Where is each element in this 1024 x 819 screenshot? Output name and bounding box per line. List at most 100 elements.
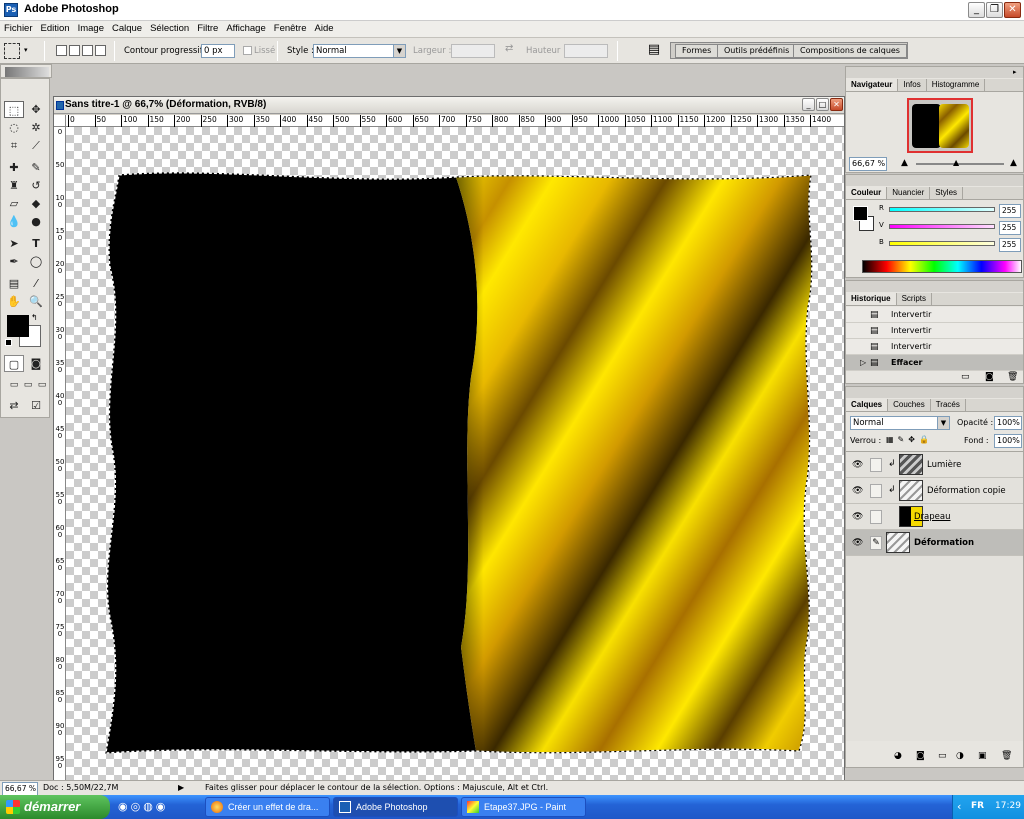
eye-icon[interactable]: 👁 [852,460,863,470]
delete-layer-icon[interactable]: 🗑 [1001,751,1012,761]
menu-affichage[interactable]: Affichage [222,21,269,36]
panel-header[interactable] [846,175,1023,186]
well-outils-predefinis[interactable]: Outils prédéfinis [717,44,797,58]
slice-tool-icon[interactable]: ⟋ [26,137,46,154]
doc-maximize-button[interactable]: □ [816,98,829,111]
screen-mode-3-icon[interactable]: ▭ [32,377,52,394]
restore-button[interactable]: ❐ [986,2,1003,18]
tab-couches[interactable]: Couches [888,399,931,411]
adjustment-layer-icon[interactable]: ◑ [956,751,964,761]
zoom-slider-handle[interactable]: ▲ [953,158,959,167]
healing-brush-icon[interactable]: ✚ [4,159,24,176]
panel-header[interactable] [846,67,1023,78]
menu-selection[interactable]: Sélection [146,21,193,36]
feather-input[interactable]: 0 px [201,44,235,58]
channel-v-slider[interactable] [889,224,995,229]
type-tool-icon[interactable]: T [26,235,46,252]
intersect-selection-icon[interactable] [95,45,106,56]
panel-menu-icon[interactable]: ▸ [1013,68,1017,76]
add-selection-icon[interactable] [69,45,80,56]
paint-bucket-icon[interactable]: ◆ [26,195,46,212]
swap-colors-icon[interactable]: ↰ [31,313,38,322]
trash-icon[interactable]: 🗑 [1007,372,1018,382]
color-fg-swatch[interactable] [853,206,868,221]
layer-link-box[interactable] [870,510,882,524]
pen-tool-icon[interactable]: ✒ [4,253,24,270]
lock-icons[interactable]: ▦✎✥🔒 [886,435,933,444]
task-paint[interactable]: Etape37.JPG - Paint [461,797,586,817]
eyedropper-icon[interactable]: ⁄ [26,275,46,292]
layer-mask-icon[interactable]: ◙ [916,751,925,761]
layer-row[interactable]: 👁 Drapeau [846,504,1023,530]
well-formes[interactable]: Formes [675,44,719,58]
history-item[interactable]: ▤ Intervertir [846,339,1023,355]
layer-row[interactable]: 👁 ↲ Lumière [846,452,1023,478]
history-item[interactable]: ▤ Intervertir [846,323,1023,339]
layer-row-active[interactable]: 👁 ✎ Déformation [846,530,1023,556]
tab-styles[interactable]: Styles [930,187,964,199]
navigator-zoom-input[interactable]: 66,67 % [849,157,887,171]
quick-launch-icons[interactable]: ◉◎◍◉ [118,800,168,813]
standard-mode-icon[interactable]: ▢ [4,355,24,372]
crop-tool-icon[interactable]: ⌗ [4,137,24,154]
tab-scripts[interactable]: Scripts [897,293,933,305]
history-item-active[interactable]: ▷ ▤ Effacer [846,355,1023,371]
close-button[interactable]: ✕ [1004,2,1021,18]
marquee-preset-icon[interactable] [4,43,20,59]
new-group-icon[interactable]: ▭ [938,751,947,761]
lasso-tool-icon[interactable]: ◌ [4,119,24,136]
zoom-in-icon[interactable]: ▲ [1010,158,1017,168]
clone-stamp-icon[interactable]: ♜ [4,177,24,194]
style-select[interactable]: Normal ▼ [313,44,406,58]
eye-icon[interactable]: 👁 [852,512,863,522]
menu-image[interactable]: Image [74,21,108,36]
marquee-tool-icon[interactable]: ⬚ [4,101,24,118]
layer-link-box[interactable] [870,458,882,472]
fill-input[interactable]: 100% [994,434,1022,448]
tab-historique[interactable]: Historique [846,293,897,305]
well-compositions[interactable]: Compositions de calques [793,44,907,58]
zoom-out-icon[interactable]: ▲ [901,158,908,168]
minimize-button[interactable]: _ [968,2,985,18]
quick-mask-icon[interactable]: ◙ [26,355,46,372]
new-document-from-state-icon[interactable]: ▭ [961,372,970,382]
adobe-online-icon[interactable] [5,67,49,77]
channel-r-slider[interactable] [889,207,995,212]
start-button[interactable]: démarrer [0,795,110,819]
hand-tool-icon[interactable]: ✋ [4,293,24,310]
magic-wand-icon[interactable]: ✲ [26,119,46,136]
tray-arrow-icon[interactable]: ‹ [957,800,961,813]
width-input[interactable] [451,44,495,58]
menu-aide[interactable]: Aide [311,21,338,36]
menu-filtre[interactable]: Filtre [193,21,222,36]
notes-tool-icon[interactable]: ▤ [4,275,24,292]
zoom-tool-icon[interactable]: 🔍 [26,293,46,310]
dodge-tool-icon[interactable]: ● [26,213,46,230]
tab-histogramme[interactable]: Histogramme [927,79,986,91]
canvas[interactable] [66,127,844,781]
color-spectrum[interactable] [862,260,1022,273]
navigator-preview[interactable] [907,98,973,153]
new-layer-icon[interactable]: ▣ [978,751,987,761]
height-input[interactable] [564,44,608,58]
task-firefox[interactable]: Créer un effet de dra... [205,797,330,817]
panel-header[interactable] [846,387,1023,398]
jump-to-imageready-icon[interactable]: ⇄ [4,397,24,414]
tab-calques[interactable]: Calques [846,399,889,411]
document-title-bar[interactable]: Sans titre-1 @ 66,7% (Déformation, RVB/8… [54,97,844,114]
imageready-check-icon[interactable]: ☑ [26,397,46,414]
menu-fichier[interactable]: Fichier [0,21,37,36]
status-arrow-icon[interactable]: ▶ [178,783,184,792]
eye-icon[interactable]: 👁 [852,486,863,496]
blend-mode-select[interactable]: Normal ▼ [850,416,950,430]
opacity-input[interactable]: 100% [994,416,1022,430]
subtract-selection-icon[interactable] [82,45,93,56]
brush-tool-icon[interactable]: ✎ [26,159,46,176]
blur-tool-icon[interactable]: 💧 [4,213,24,230]
panel-header[interactable] [846,281,1023,292]
swap-icon[interactable]: ⇄ [505,43,513,54]
move-tool-icon[interactable]: ✥ [26,101,46,118]
tab-infos[interactable]: Infos [898,79,927,91]
history-item[interactable]: ▤ Intervertir [846,307,1023,323]
channel-b-slider[interactable] [889,241,995,246]
